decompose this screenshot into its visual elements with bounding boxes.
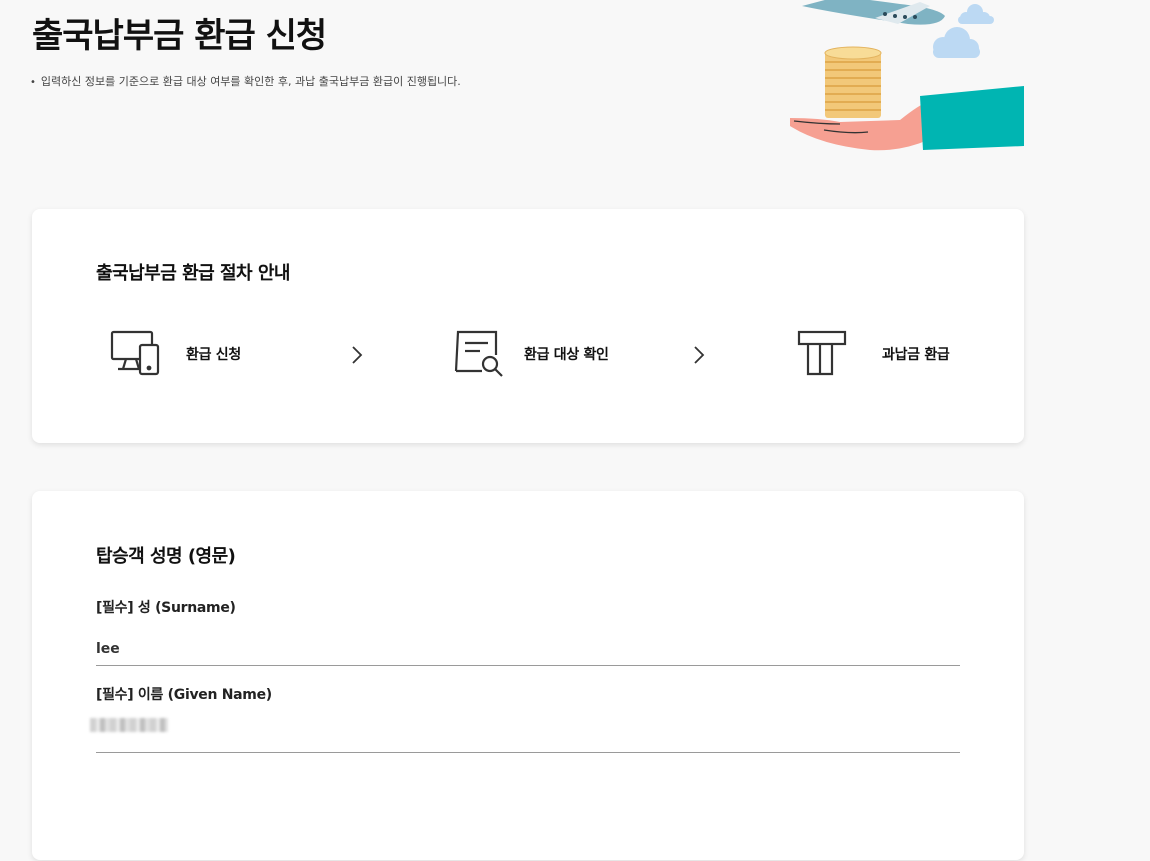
chevron-right-icon: [694, 346, 705, 364]
surname-field-group: [필수] 성 (Surname): [96, 597, 960, 666]
devices-icon: [110, 330, 160, 376]
surname-label: [필수] 성 (Surname): [96, 600, 236, 616]
refund-procedure-card: 출국납부금 환급 절차 안내 환급 신청 환급 대상 확인 과납금 환급: [32, 209, 1024, 443]
step-label: 환급 신청: [186, 347, 241, 363]
page-description: 입력하신 정보를 기준으로 환급 대상 여부를 확인한 후, 과납 출국납부금 …: [30, 73, 461, 89]
page-title: 출국납부금 환급 신청: [32, 16, 327, 56]
sleeve-shape: [920, 86, 1024, 150]
procedure-title: 출국납부금 환급 절차 안내: [96, 263, 290, 284]
step-label: 환급 대상 확인: [524, 347, 609, 363]
chevron-right-icon: [352, 346, 363, 364]
airplane-icon: [802, 0, 945, 25]
cloud-icon: [933, 27, 980, 58]
surname-input[interactable]: [96, 633, 960, 666]
step-overpayment-refund: 과납금 환급: [796, 329, 950, 379]
passenger-name-title: 탑승객 성명 (영문): [96, 546, 236, 567]
passenger-name-card: 탑승객 성명 (영문) [필수] 성 (Surname) [필수] 이름 (Gi…: [32, 491, 1024, 860]
coin-stack-icon: [824, 46, 882, 118]
refund-receipt-icon: [797, 330, 847, 376]
given-name-field-group: [필수] 이름 (Given Name): [90, 684, 960, 753]
given-name-label: [필수] 이름 (Given Name): [96, 687, 272, 703]
cloud-icon: [958, 4, 994, 24]
redacted-value: [90, 718, 168, 732]
document-search-icon: [454, 330, 503, 377]
given-name-input[interactable]: [96, 716, 960, 753]
step-label: 과납금 환급: [882, 347, 950, 363]
step-refund-application: 환급 신청: [110, 329, 241, 379]
step-eligibility-check: 환급 대상 확인: [452, 329, 609, 379]
refund-hero-illustration: [790, 0, 1024, 151]
